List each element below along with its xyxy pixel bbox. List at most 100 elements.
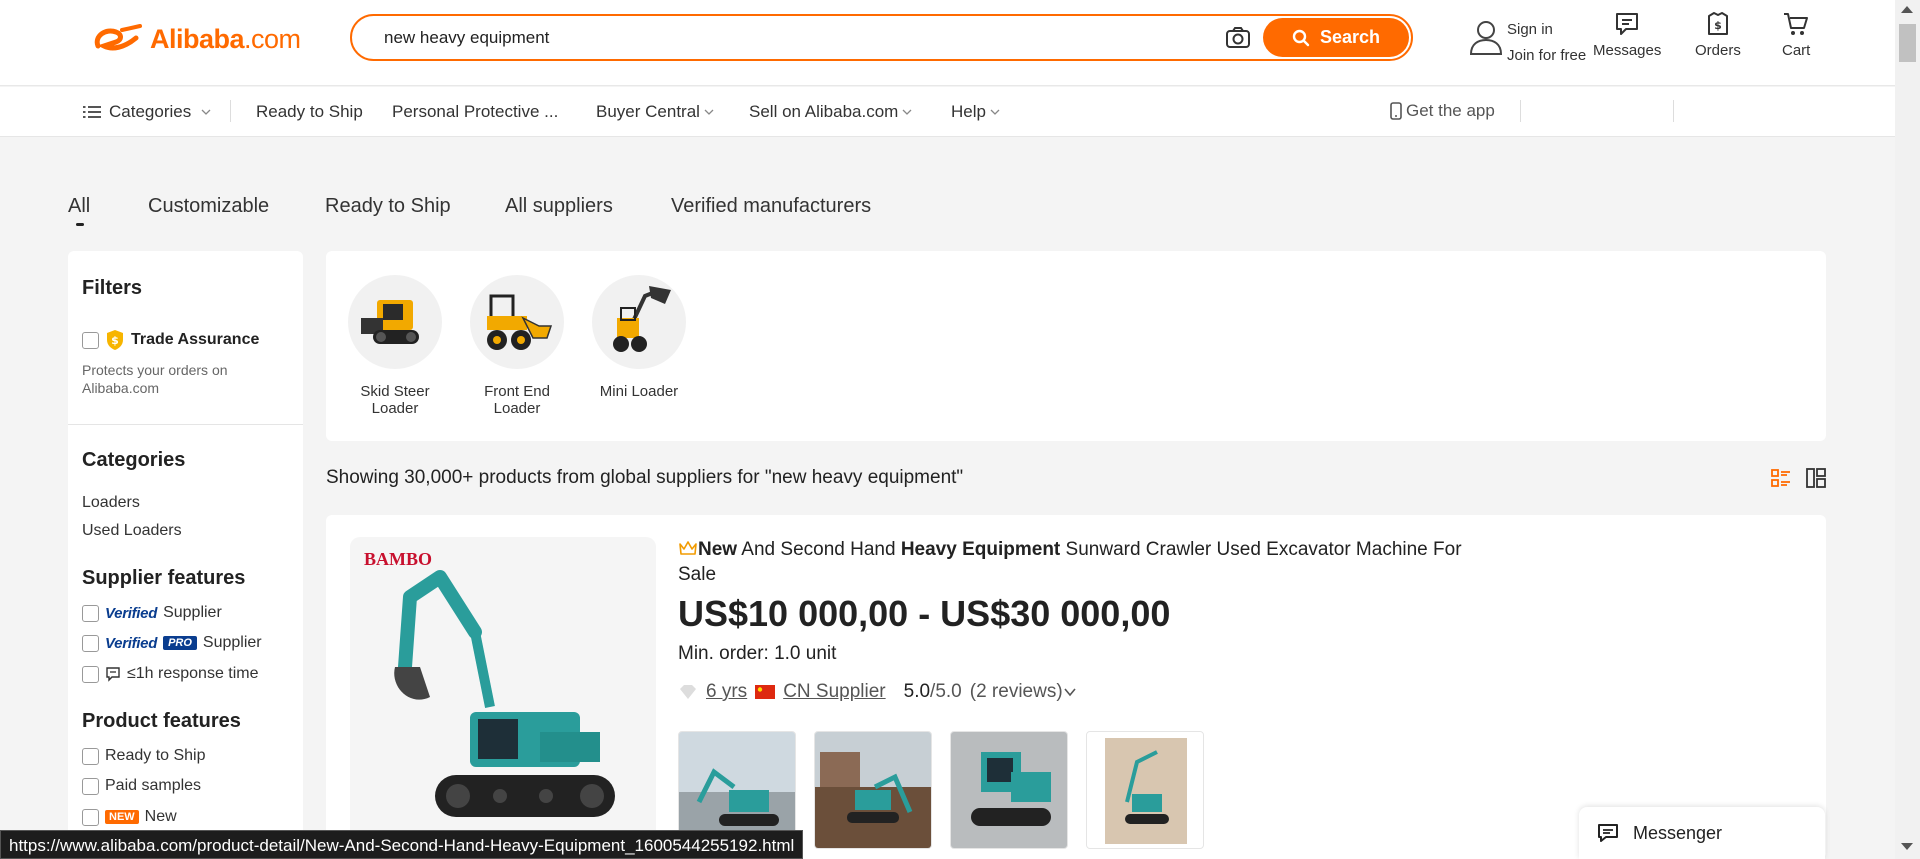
mini-loader-image bbox=[613, 286, 671, 352]
category-link-loaders[interactable]: Loaders bbox=[82, 494, 140, 512]
search-button-label: Search bbox=[1319, 27, 1381, 47]
get-app-label: Get the app bbox=[1406, 101, 1495, 120]
review-count[interactable]: (2 reviews) bbox=[970, 681, 1063, 703]
phone-icon bbox=[1390, 102, 1402, 120]
alibaba-logo-icon bbox=[94, 24, 142, 51]
tab-verified-manufacturers[interactable]: Verified manufacturers bbox=[671, 195, 871, 218]
related-categories: Skid Steer Loader Front End Loader Mini … bbox=[326, 251, 1826, 441]
category-label: Front End Loader bbox=[484, 383, 550, 417]
checkbox[interactable] bbox=[82, 604, 99, 622]
header: Alibaba.com Search Sign in Join for free… bbox=[0, 0, 1895, 86]
category-skid-steer-loader[interactable]: Skid Steer Loader bbox=[340, 275, 450, 417]
cart-label: Cart bbox=[1782, 42, 1811, 59]
nav-help[interactable]: Help bbox=[951, 102, 1000, 122]
nav-categories[interactable]: Categories bbox=[83, 102, 211, 122]
category-mini-loader[interactable]: Mini Loader bbox=[584, 275, 694, 400]
filter-response-time[interactable]: ≤1h response time bbox=[82, 665, 259, 683]
excavator-image bbox=[394, 570, 615, 817]
china-flag-icon bbox=[755, 685, 776, 699]
search-icon bbox=[1292, 29, 1310, 46]
join-free-link[interactable]: Join for free bbox=[1507, 43, 1586, 69]
tab-all[interactable]: All bbox=[68, 195, 90, 218]
nav-buyer-central[interactable]: Buyer Central bbox=[596, 102, 714, 122]
search-input[interactable] bbox=[384, 25, 1204, 51]
filter-verified-supplier[interactable]: Verified Supplier bbox=[82, 604, 222, 622]
filter-verified-pro-supplier[interactable]: Verified PRO Supplier bbox=[82, 634, 262, 652]
alibaba-logo[interactable]: Alibaba.com bbox=[92, 22, 301, 56]
category-link-used-loaders[interactable]: Used Loaders bbox=[82, 522, 182, 540]
supplier-info: 6 yrs CN Supplier 5.0/5.0 (2 reviews) bbox=[678, 681, 1077, 703]
chevron-down-icon bbox=[990, 109, 1000, 115]
nav-sell-on-alibaba[interactable]: Sell on Alibaba.com bbox=[749, 102, 912, 122]
orders-link[interactable]: $ Orders bbox=[1695, 10, 1741, 59]
tab-customizable[interactable]: Customizable bbox=[148, 195, 269, 218]
nav-categories-label: Categories bbox=[109, 102, 192, 121]
filter-ready-to-ship[interactable]: Ready to Ship bbox=[82, 747, 206, 765]
product-main-image[interactable]: BAMBO bbox=[350, 537, 656, 859]
chevron-down-icon[interactable] bbox=[1063, 686, 1077, 698]
category-image bbox=[592, 275, 686, 369]
tab-all-suppliers[interactable]: All suppliers bbox=[505, 195, 613, 218]
scrollbar[interactable] bbox=[1895, 0, 1920, 859]
filter-paid-samples[interactable]: Paid samples bbox=[82, 777, 201, 795]
logo-text: Alibaba.com bbox=[150, 23, 301, 54]
product-thumbnail[interactable] bbox=[814, 731, 932, 849]
sign-in-block[interactable]: Sign in Join for free bbox=[1507, 17, 1586, 69]
filter-label: Ready to Ship bbox=[105, 747, 206, 764]
filter-new[interactable]: NEW New bbox=[82, 808, 177, 826]
checkbox[interactable] bbox=[82, 634, 99, 652]
product-thumbnail[interactable] bbox=[1086, 731, 1204, 849]
orders-icon: $ bbox=[1707, 12, 1728, 35]
nav-divider bbox=[1673, 100, 1674, 122]
supplier-country-link[interactable]: CN Supplier bbox=[783, 681, 885, 703]
nav-divider bbox=[1520, 100, 1521, 122]
cart-link[interactable]: Cart bbox=[1782, 10, 1810, 59]
verified-badge: Verified bbox=[105, 604, 158, 622]
checkbox[interactable] bbox=[82, 665, 99, 683]
search-button[interactable]: Search bbox=[1263, 18, 1409, 57]
status-bar-url: https://www.alibaba.com/product-detail/N… bbox=[0, 830, 804, 859]
checkbox[interactable] bbox=[82, 331, 99, 349]
filter-label: ≤1h response time bbox=[127, 665, 259, 682]
nav-label: Ready to Ship bbox=[256, 102, 363, 121]
messages-icon bbox=[1616, 13, 1639, 35]
messenger-label: Messenger bbox=[1633, 822, 1723, 843]
checkbox[interactable] bbox=[82, 808, 99, 826]
excavator-thumbnail-image bbox=[951, 732, 1067, 848]
checkbox[interactable] bbox=[82, 747, 99, 765]
messages-link[interactable]: Messages bbox=[1593, 10, 1661, 59]
category-label: Mini Loader bbox=[599, 383, 679, 400]
filter-label: Supplier bbox=[163, 604, 222, 621]
scroll-up-arrow[interactable] bbox=[1901, 6, 1913, 13]
verified-badge: Verified bbox=[105, 634, 158, 652]
scroll-thumb[interactable] bbox=[1899, 24, 1916, 62]
category-image bbox=[470, 275, 564, 369]
grid-view-icon[interactable] bbox=[1806, 468, 1826, 488]
filters-title: Filters bbox=[82, 277, 143, 299]
nav-ready-to-ship[interactable]: Ready to Ship bbox=[256, 102, 363, 122]
title-keyword: New bbox=[698, 539, 738, 560]
user-icon[interactable] bbox=[1468, 18, 1504, 56]
min-order: Min. order: 1.0 unit bbox=[678, 643, 837, 664]
camera-icon[interactable] bbox=[1224, 24, 1252, 52]
chevron-down-icon bbox=[902, 109, 912, 115]
new-badge: NEW bbox=[105, 810, 139, 824]
nav-get-app[interactable]: Get the app bbox=[1390, 101, 1495, 121]
nav-personal-protective[interactable]: Personal Protective ... bbox=[392, 102, 558, 122]
results-count: Showing 30,000+ products from global sup… bbox=[326, 467, 964, 488]
messenger-button[interactable]: Messenger bbox=[1579, 807, 1825, 859]
tab-ready-to-ship[interactable]: Ready to Ship bbox=[325, 195, 451, 218]
category-front-end-loader[interactable]: Front End Loader bbox=[462, 275, 572, 417]
list-view-icon[interactable] bbox=[1771, 468, 1791, 488]
scroll-down-arrow[interactable] bbox=[1901, 843, 1913, 850]
product-title[interactable]: New And Second Hand Heavy Equipment Sunw… bbox=[678, 537, 1498, 587]
product-price: US$10 000,00 - US$30 000,00 bbox=[678, 593, 1171, 634]
filter-trade-assurance[interactable]: $ Trade Assurance bbox=[82, 329, 259, 351]
tab-active-indicator bbox=[76, 223, 84, 226]
product-features-title: Product features bbox=[82, 710, 241, 732]
checkbox[interactable] bbox=[82, 777, 99, 795]
product-thumbnail[interactable] bbox=[950, 731, 1068, 849]
title-text: And Second Hand bbox=[737, 539, 901, 560]
sign-in-link[interactable]: Sign in bbox=[1507, 17, 1586, 43]
supplier-years[interactable]: 6 yrs bbox=[706, 681, 747, 703]
